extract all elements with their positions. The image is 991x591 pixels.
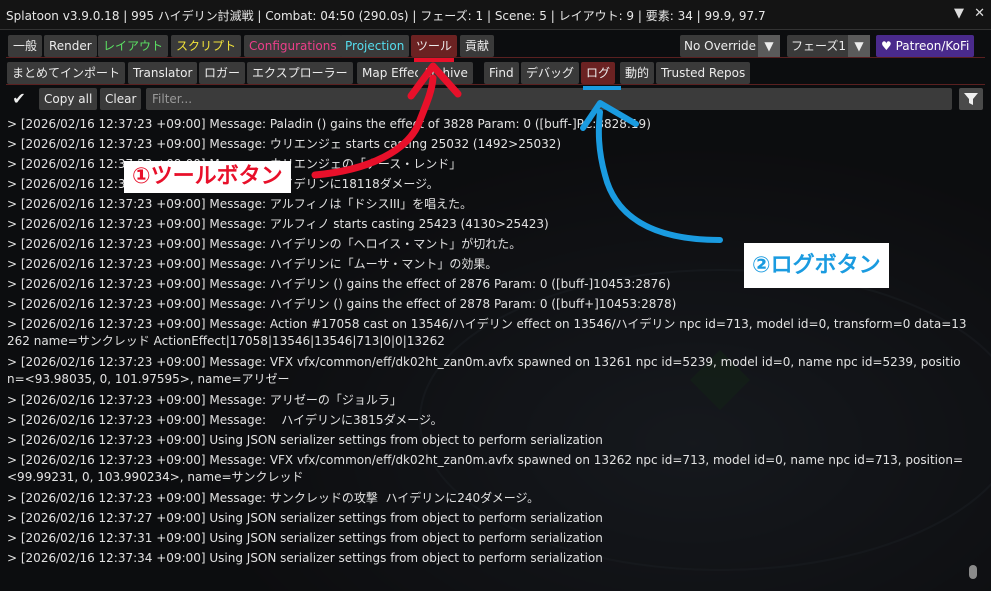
tab-divider (6, 57, 985, 58)
tab-dynamic[interactable]: 動的 (620, 62, 655, 84)
tab-trusted-repos[interactable]: Trusted Repos (656, 62, 751, 84)
tab-general[interactable]: 一般 (8, 35, 43, 57)
log-line: > [2026/02/16 12:37:23 +09:00] Message: … (7, 297, 677, 311)
tab-log[interactable]: ログ (581, 62, 616, 84)
tab-projection[interactable]: Projection (340, 35, 410, 57)
tool-button-callout: ①ツールボタン (124, 161, 291, 193)
log-line: > [2026/02/16 12:37:23 +09:00] Message: … (7, 453, 964, 484)
log-line: > [2026/02/16 12:37:23 +09:00] Message: … (7, 197, 473, 211)
log-line: > [2026/02/16 12:37:23 +09:00] Message: … (7, 355, 961, 386)
tab-find[interactable]: Find (484, 62, 519, 84)
collapse-icon[interactable]: ▼ (954, 6, 964, 21)
log-line: > [2026/02/16 12:37:23 +09:00] Message: … (7, 491, 540, 505)
log-line: > [2026/02/16 12:37:27 +09:00] Using JSO… (7, 511, 603, 525)
phase-dropdown[interactable]: フェーズ1 ▼ (787, 35, 870, 57)
filter-icon[interactable] (959, 88, 983, 110)
tab-archive[interactable]: Archive (418, 62, 473, 84)
autoscroll-checkbox-icon[interactable]: ✔ (7, 88, 31, 110)
close-icon[interactable]: ✕ (974, 6, 985, 21)
clear-button[interactable]: Clear (100, 88, 142, 110)
log-line: > [2026/02/16 12:37:23 +09:00] Message: … (7, 217, 549, 231)
splatoon-window: Splatoon v3.9.0.18 | 995 ハイデリン討滅戦 | Comb… (0, 0, 991, 591)
tab-bulk-import[interactable]: まとめてインポート (7, 62, 126, 84)
tab-tools[interactable]: ツール (411, 35, 458, 57)
tab-debug[interactable]: デバッグ (521, 62, 580, 84)
tab-layout[interactable]: レイアウト (98, 35, 169, 57)
log-line: > [2026/02/16 12:37:23 +09:00] Message: … (7, 137, 562, 151)
tool-tab-bar: まとめてインポート Translator ロガー エクスプローラー Map Ef… (0, 62, 991, 86)
override-dropdown[interactable]: No Override ▼ (680, 35, 780, 57)
log-line: > [2026/02/16 12:37:31 +09:00] Using JSO… (7, 531, 603, 545)
tab-translator[interactable]: Translator (128, 62, 198, 84)
subtab-divider (6, 84, 985, 85)
copy-all-button[interactable]: Copy all (39, 88, 98, 110)
phase-value: フェーズ1 (791, 39, 847, 53)
patreon-button[interactable]: ♥ Patreon/KoFi (876, 35, 975, 57)
tab-logger[interactable]: ロガー (199, 62, 246, 84)
scrollbar-thumb[interactable] (969, 565, 977, 579)
log-line: > [2026/02/16 12:37:23 +09:00] Message: … (7, 317, 967, 348)
tab-render[interactable]: Render (44, 35, 97, 57)
tab-configurations[interactable]: Configurations (244, 35, 342, 57)
log-button-callout: ②ログボタン (744, 243, 889, 288)
tab-script[interactable]: スクリプト (171, 35, 242, 57)
tab-contribute[interactable]: 貢献 (460, 35, 495, 57)
override-value: No Override (684, 39, 757, 53)
log-line: > [2026/02/16 12:37:34 +09:00] Using JSO… (7, 551, 603, 565)
chevron-down-icon: ▼ (848, 35, 870, 57)
title-bar[interactable]: Splatoon v3.9.0.18 | 995 ハイデリン討滅戦 | Comb… (0, 0, 991, 30)
tab-explorer[interactable]: エクスプローラー (247, 62, 353, 84)
window-title: Splatoon v3.9.0.18 | 995 ハイデリン討滅戦 | Comb… (6, 9, 766, 23)
log-line: > [2026/02/16 12:37:23 +09:00] Using JSO… (7, 433, 603, 447)
log-line: > [2026/02/16 12:37:23 +09:00] Message: … (7, 393, 402, 407)
log-line: > [2026/02/16 12:37:23 +09:00] Message: … (7, 117, 651, 131)
filter-input[interactable]: Filter... (146, 88, 952, 110)
main-tab-bar: 一般 Render レイアウト スクリプト Configurations Pro… (0, 35, 991, 59)
log-line: > [2026/02/16 12:37:23 +09:00] Message: … (7, 413, 443, 427)
chevron-down-icon: ▼ (758, 35, 780, 57)
